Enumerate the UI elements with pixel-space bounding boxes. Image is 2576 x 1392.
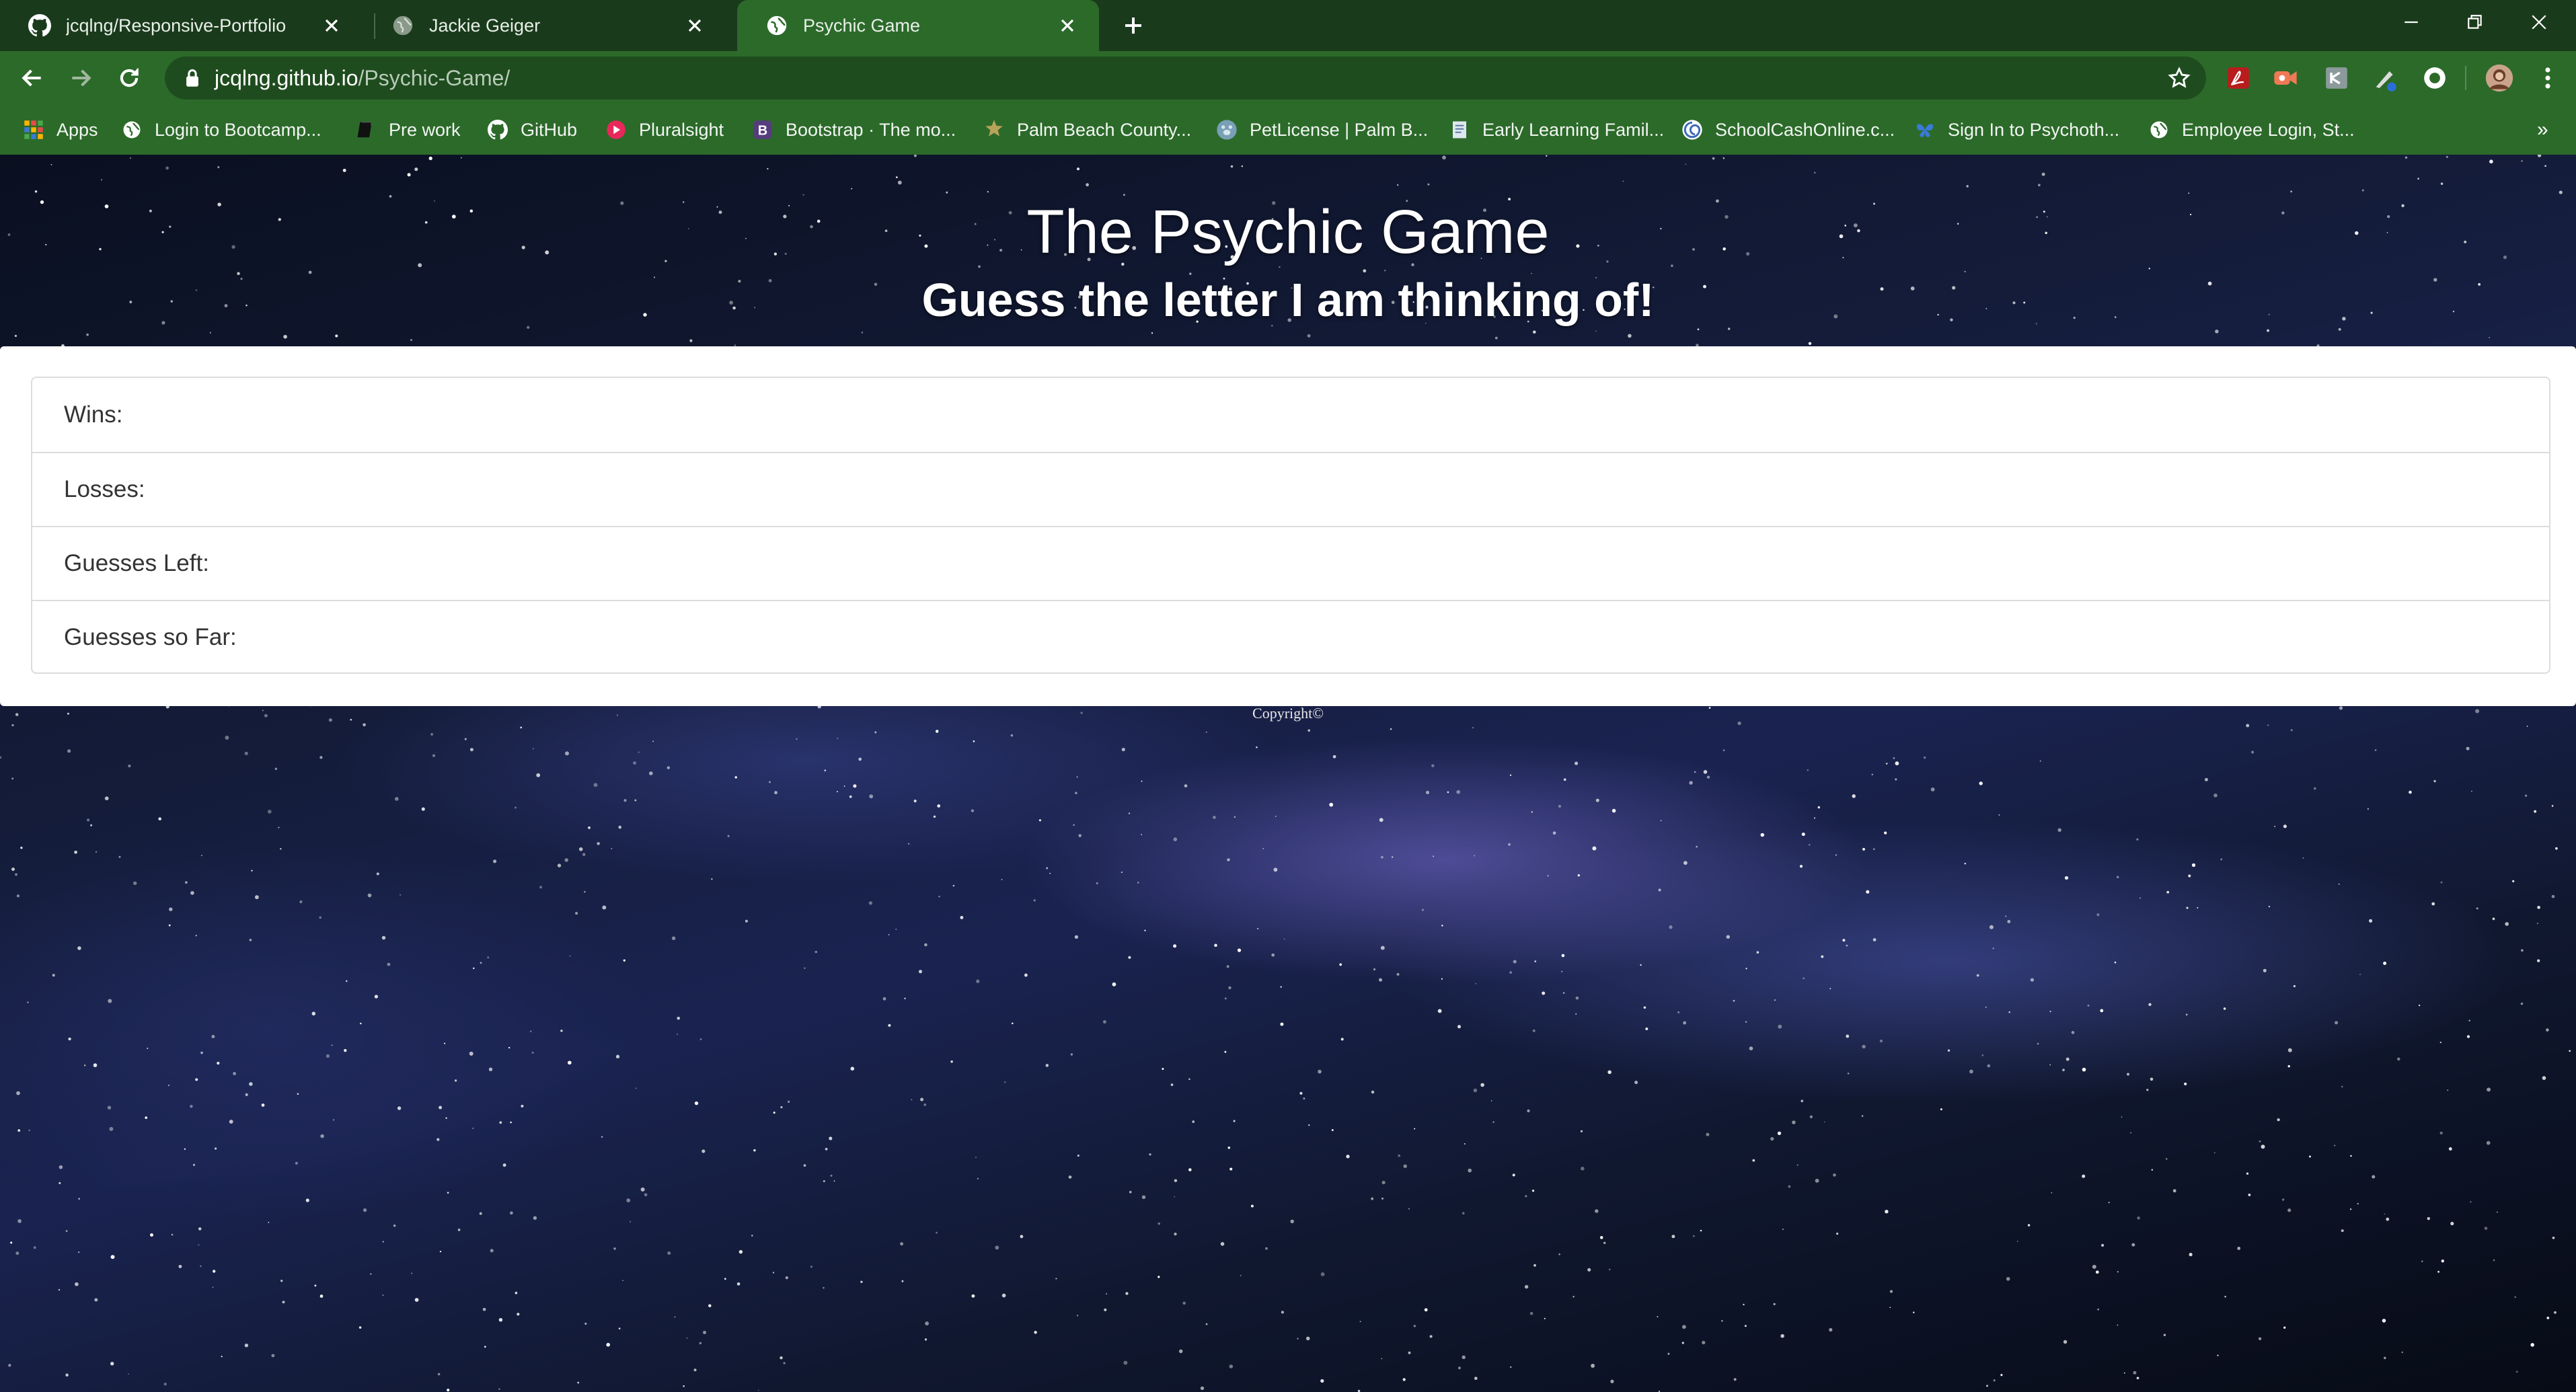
bookmark-label: Login to Bootcamp... <box>155 119 321 140</box>
address-bar[interactable]: jcqlng.github.io/Psychic-Game/ <box>165 56 2206 100</box>
close-tab-icon[interactable] <box>678 9 712 42</box>
globe-icon <box>121 119 143 141</box>
toolbar-divider <box>2465 66 2466 90</box>
butterfly-icon <box>1914 119 1936 141</box>
guesses-so-far-row: Guesses so Far: <box>32 600 2549 674</box>
bookmark-login-bootcamp[interactable]: Login to Bootcamp... <box>121 105 321 155</box>
bookmark-label: Apps <box>56 119 98 140</box>
menu-kebab-icon[interactable] <box>2533 63 2563 93</box>
starfield-background <box>0 155 2573 1392</box>
bookmark-label: Early Learning Famil... <box>1482 119 1665 140</box>
close-tab-icon[interactable] <box>315 9 348 42</box>
guesses-left-row: Guesses Left: <box>32 526 2549 600</box>
bookmark-apps[interactable]: Apps <box>23 105 98 155</box>
close-window-button[interactable] <box>2502 0 2576 44</box>
video-extension-icon[interactable] <box>2271 63 2300 93</box>
scoreboard-list: Wins: Losses: Guesses Left: Guesses so F… <box>31 377 2550 674</box>
url-host: jcqlng.github.io <box>215 66 358 90</box>
bookmark-petlicense[interactable]: PetLicense | Palm B... <box>1216 105 1428 155</box>
bookmark-label: Pluralsight <box>639 119 724 140</box>
guesses-so-far-label: Guesses so Far: <box>64 624 237 650</box>
guesses-left-label: Guesses Left: <box>64 550 209 576</box>
wins-label: Wins: <box>64 401 123 428</box>
paw-icon <box>1216 119 1238 141</box>
back-button[interactable] <box>15 61 50 95</box>
bookmark-schoolcashonline[interactable]: SchoolCashOnline.c... <box>1681 105 1895 155</box>
page-title: The Psychic Game <box>1026 198 1550 266</box>
bookmark-label: Palm Beach County... <box>1017 119 1192 140</box>
browser-chrome: jcqlng/Responsive-Portfolio Jackie Geige… <box>0 0 2576 155</box>
tab-bar: jcqlng/Responsive-Portfolio Jackie Geige… <box>0 0 2576 51</box>
copyright-footer: Copyright© <box>1252 705 1324 722</box>
tab-label: Jackie Geiger <box>429 15 541 36</box>
tab-responsive-portfolio[interactable]: jcqlng/Responsive-Portfolio <box>0 0 363 51</box>
losses-row: Losses: <box>32 452 2549 526</box>
document-icon <box>1449 119 1470 141</box>
extension-icon[interactable] <box>2322 63 2351 93</box>
reload-button[interactable] <box>112 61 147 95</box>
bookmark-psychotherapy[interactable]: Sign In to Psychoth... <box>1914 105 2119 155</box>
svg-text:B: B <box>758 124 767 139</box>
tab-label: jcqlng/Responsive-Portfolio <box>66 15 287 36</box>
bookmark-bootstrap[interactable]: B Bootstrap · The mo... <box>752 105 956 155</box>
apps-grid-icon <box>23 119 44 141</box>
lock-icon <box>184 69 201 91</box>
bootstrap-icon: B <box>752 119 773 141</box>
page-viewport: The Psychic Game Guess the letter I am t… <box>0 155 2576 1392</box>
profile-avatar[interactable] <box>2485 63 2514 93</box>
bookmark-pluralsight[interactable]: Pluralsight <box>605 105 724 155</box>
tab-jackie-geiger[interactable]: Jackie Geiger <box>363 0 726 51</box>
github-icon <box>28 14 51 37</box>
globe-icon <box>765 14 788 37</box>
bookmark-early-learning[interactable]: Early Learning Famil... <box>1449 105 1664 155</box>
page-subtitle: Guess the letter I am thinking of! <box>921 274 1655 326</box>
bookmark-label: Pre work <box>389 119 461 140</box>
bookmark-label: PetLicense | Palm B... <box>1250 119 1429 140</box>
circle-extension-icon[interactable] <box>2420 63 2450 93</box>
sheriff-star-icon <box>983 119 1005 141</box>
bookmark-label: Sign In to Psychoth... <box>1948 119 2120 140</box>
forward-button[interactable] <box>63 61 98 95</box>
bookmarks-overflow-button[interactable]: » <box>2537 105 2548 155</box>
pluralsight-icon <box>605 119 627 141</box>
wins-row: Wins: <box>32 378 2549 452</box>
losses-label: Losses: <box>64 476 145 502</box>
bookmark-star-icon[interactable] <box>2166 65 2193 91</box>
browser-toolbar: jcqlng.github.io/Psychic-Game/ <box>0 51 2576 105</box>
globe-icon <box>2148 119 2170 141</box>
pen-extension-icon[interactable] <box>2370 63 2400 93</box>
url-path: /Psychic-Game/ <box>358 66 510 90</box>
globe-icon <box>391 14 414 37</box>
scoreboard-card: Wins: Losses: Guesses Left: Guesses so F… <box>0 346 2576 706</box>
new-tab-button[interactable] <box>1116 9 1150 42</box>
page-header: The Psychic Game Guess the letter I am t… <box>0 195 2576 330</box>
pdf-extension-icon[interactable] <box>2224 63 2253 93</box>
bookmarks-bar: Apps Login to Bootcamp... Pre work GitHu… <box>0 105 2576 155</box>
swirl-icon <box>1681 119 1703 141</box>
github-icon <box>487 119 508 141</box>
bookmark-palm-beach-county[interactable]: Palm Beach County... <box>983 105 1191 155</box>
restore-button[interactable] <box>2438 0 2512 44</box>
close-tab-icon[interactable] <box>1051 9 1084 42</box>
bookmark-github[interactable]: GitHub <box>487 105 577 155</box>
bookmark-pre-work[interactable]: Pre work <box>355 105 461 155</box>
tab-label: Psychic Game <box>803 15 921 36</box>
bookmark-label: GitHub <box>521 119 578 140</box>
bookmark-label: SchoolCashOnline.c... <box>1715 119 1895 140</box>
url-text[interactable]: jcqlng.github.io/Psychic-Game/ <box>215 56 510 100</box>
minimize-button[interactable] <box>2374 0 2448 44</box>
bookmark-employee-login[interactable]: Employee Login, St... <box>2148 105 2355 155</box>
bookmark-label: Employee Login, St... <box>2182 119 2355 140</box>
book-icon <box>355 119 377 141</box>
bookmark-label: Bootstrap · The mo... <box>786 119 956 140</box>
tab-psychic-game[interactable]: Psychic Game <box>737 0 1099 51</box>
